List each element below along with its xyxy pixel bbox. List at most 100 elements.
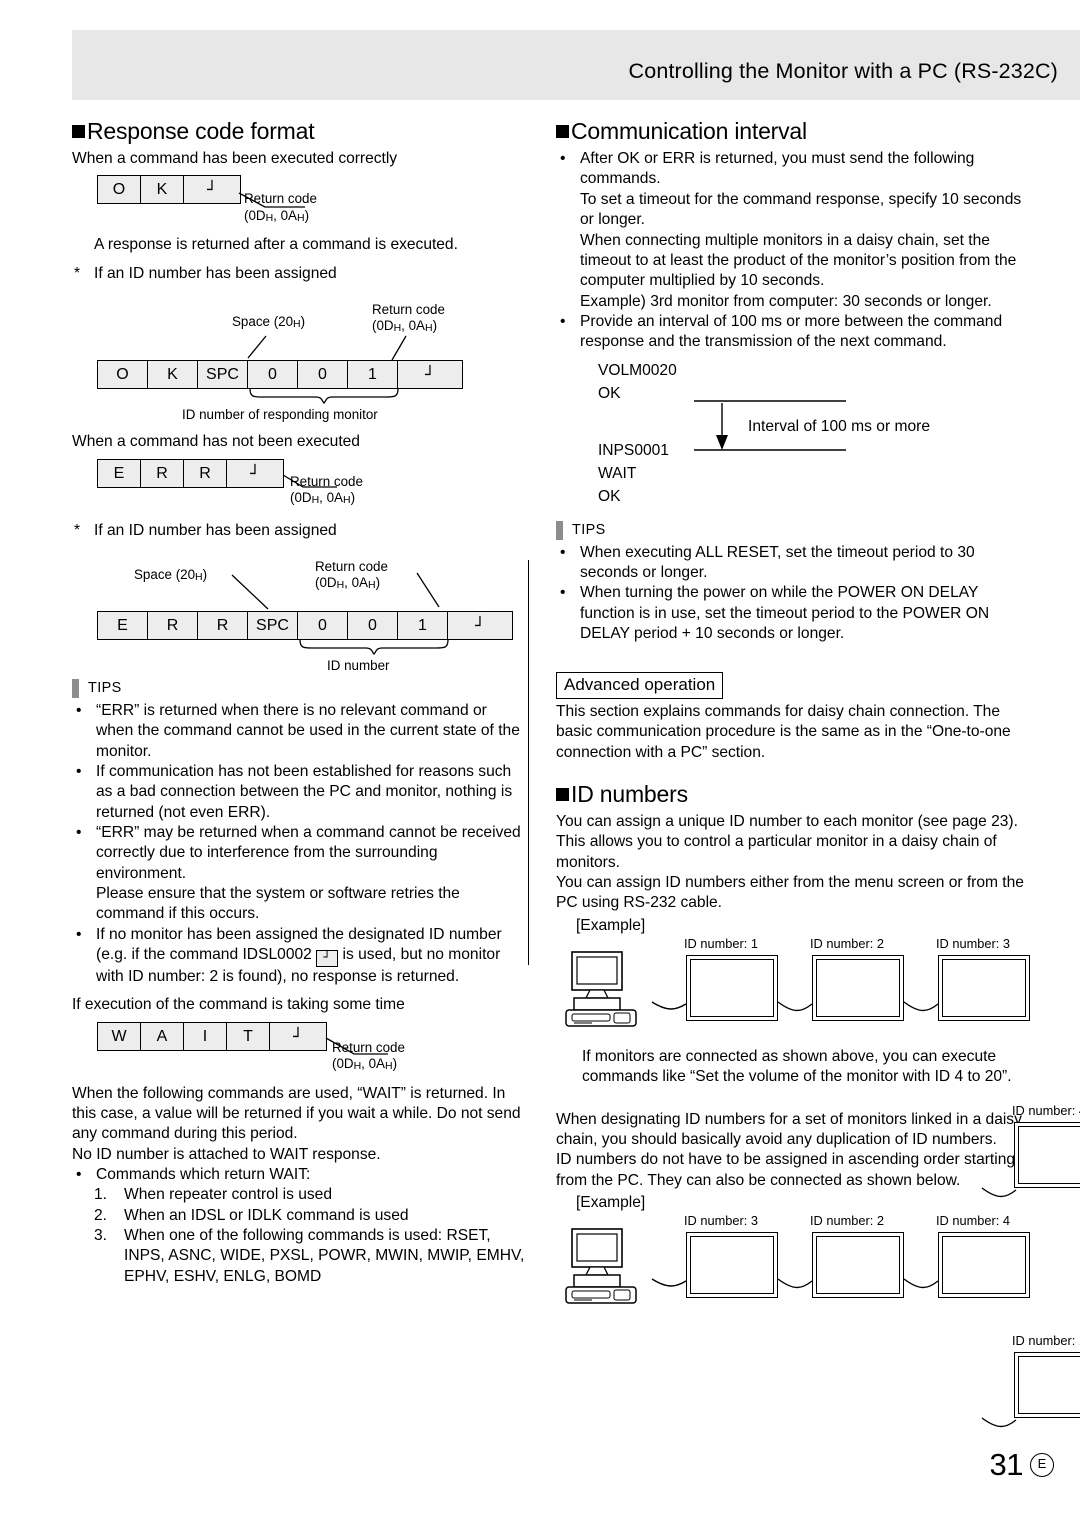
wait-command-item: 1. When repeater control is used <box>94 1186 333 1204</box>
wait-commands-bullet: • Commands which return WAIT: <box>72 1165 527 1185</box>
leader-line <box>247 335 267 359</box>
advanced-operation-text: This section explains commands for daisy… <box>556 702 1011 761</box>
code-cell: R <box>148 611 198 639</box>
left-column: Response code format When a command has … <box>72 118 527 1287</box>
chain-id-label: ID number: 1 <box>1012 1333 1080 1348</box>
tips-bar-icon <box>556 520 563 540</box>
tip-item: • If communication has not been establis… <box>72 762 527 823</box>
wait-return-code-hex: (0DH, 0AH) <box>332 1055 398 1072</box>
chain-id-label: ID number: 3 <box>684 1213 758 1229</box>
ok-return-code-hex: (0DH, 0AH) <box>244 207 310 224</box>
wait-response-diagram: W A I T ┘ Return code (0DH, 0AH) <box>72 1021 527 1084</box>
ok-response-frame: O K ┘ <box>97 175 241 205</box>
monitor-icon <box>1014 1122 1080 1188</box>
asterisk-icon: * <box>74 521 81 539</box>
section-heading-id-numbers: ID numbers <box>556 781 1026 808</box>
right-column: Communication interval • After OK or ERR… <box>556 118 1030 1318</box>
err-id-caption-row: * If an ID number has been assigned <box>72 521 527 541</box>
bullet-icon: • <box>76 1166 82 1184</box>
chain-wire <box>981 1417 1017 1428</box>
code-cell: 0 <box>298 361 348 389</box>
comm-bullet-1-line3: When connecting multiple monitors in a d… <box>580 231 1017 290</box>
monitor-icon <box>938 1232 1030 1299</box>
advanced-operation-box: Advanced operation <box>556 672 724 699</box>
code-cell: 0 <box>298 611 348 639</box>
sequence-line: OK <box>598 487 621 505</box>
tips-header-left: TIPS <box>72 678 527 698</box>
after-chain-1-text: If monitors are connected as shown above… <box>582 1048 1012 1086</box>
wait-paragraph: When the following commands are used, “W… <box>72 1084 521 1143</box>
page-header-title: Controlling the Monitor with a PC (RS-23… <box>628 59 1058 83</box>
code-cell: A <box>141 1022 184 1050</box>
chain-id-label: ID number: 3 <box>936 936 1010 952</box>
code-cell-return: ┘ <box>293 1026 303 1046</box>
pc-computer-icon <box>565 1228 637 1305</box>
code-cell-return: ┘ <box>250 463 260 483</box>
ok-response-diagram: O K ┘ Return code (0DH, 0AH) <box>72 175 527 235</box>
err-brace-label: ID number <box>327 657 390 673</box>
tips-header-right: TIPS <box>556 520 1026 540</box>
sequence-line: OK <box>598 384 621 402</box>
interval-arrow-icon <box>694 399 846 451</box>
sequence-line: INPS0001 <box>598 441 669 459</box>
leader-line <box>416 572 440 608</box>
code-cell: R <box>198 611 248 639</box>
chain-id-label: ID number: 2 <box>810 1213 884 1229</box>
column-divider <box>528 560 529 965</box>
id-paragraph-3: When designating ID numbers for a set of… <box>556 1110 1022 1149</box>
err-response-diagram: E R R ┘ Return code (0DH, 0AH) <box>72 458 527 521</box>
bullet-icon: • <box>560 150 566 168</box>
comm-bullet-1-line1: After OK or ERR is returned, you must se… <box>580 150 975 188</box>
code-cell: E <box>98 611 148 639</box>
space-label: Space (20H) <box>134 566 208 583</box>
code-cell-spc: SPC <box>198 361 248 389</box>
monitor-icon <box>812 1232 904 1299</box>
bullet-icon: • <box>76 823 82 841</box>
comm-bullet-2: • Provide an interval of 100 ms or more … <box>556 312 1026 353</box>
ok-id-response-frame: O K SPC 0 0 1 ┘ <box>97 360 463 390</box>
bullet-icon: • <box>76 762 82 780</box>
code-cell: E <box>98 459 141 487</box>
chain-id-label: ID number: 1 <box>684 936 758 952</box>
daisy-chain-diagram-1: ID number: 1 ID number: 2 ID number: 3 <box>556 936 1030 1041</box>
err-response-frame: E R R ┘ <box>97 458 284 488</box>
ok-caption: When a command has been executed correct… <box>72 150 398 168</box>
code-cell: K <box>141 176 184 204</box>
brace-icon <box>299 639 449 655</box>
tip-item-idsl: If no monitor has been assigned the desi… <box>96 925 502 985</box>
chain-id-label: ID number: 4 <box>936 1213 1010 1229</box>
edition-badge: E <box>1030 1453 1054 1477</box>
wait-response-frame: W A I T ┘ <box>97 1021 327 1051</box>
example-label-2: [Example] <box>576 1194 646 1212</box>
return-code-label: Return code (0DH, 0AH) <box>315 558 388 591</box>
id-paragraph-4: ID numbers do not have to be assigned in… <box>556 1151 1015 1189</box>
comm-bullet-1: • After OK or ERR is returned, you must … <box>556 149 1026 312</box>
leader-line <box>391 335 407 361</box>
code-cell: 1 <box>398 611 448 639</box>
asterisk-icon: * <box>74 264 81 282</box>
comm-bullet-1-line4: Example) 3rd monitor from computer: 30 s… <box>580 292 992 310</box>
monitor-icon <box>686 955 778 1022</box>
chain-id-label: ID number: 2 <box>810 936 884 952</box>
id-paragraph-1: You can assign a unique ID number to eac… <box>556 812 1018 871</box>
err-id-response-diagram: Space (20H) Return code (0DH, 0AH) E R R… <box>72 559 527 679</box>
code-cell: I <box>184 1022 227 1050</box>
bullet-icon: • <box>76 925 82 943</box>
daisy-chain-diagram-2: ID number: 3 ID number: 2 ID number: 4 <box>556 1213 1030 1318</box>
return-code-label: Return code (0DH, 0AH) <box>372 302 445 335</box>
monitor-icon <box>1014 1352 1080 1418</box>
code-cell: T <box>227 1022 270 1050</box>
section-heading-communication-interval: Communication interval <box>556 118 1026 145</box>
page-number: 31 E <box>990 1447 1054 1483</box>
code-cell: R <box>184 459 227 487</box>
code-cell: 0 <box>348 611 398 639</box>
code-cell: O <box>98 176 141 204</box>
err-id-return-code-hex: (0DH, 0AH) <box>315 574 381 591</box>
wait-return-code-label: Return code (0DH, 0AH) <box>332 1039 405 1072</box>
monitor-icon <box>938 955 1030 1022</box>
bullet-icon: • <box>560 543 566 561</box>
interval-sequence-diagram: VOLM0020 OK INPS0001 WAIT OK Interval of… <box>556 361 1026 521</box>
wait-command-item: 3. When one of the following commands is… <box>94 1227 525 1285</box>
comm-bullet-1-line2: To set a timeout for the command respons… <box>580 190 1022 229</box>
space-label: Space (20H) <box>232 314 306 331</box>
